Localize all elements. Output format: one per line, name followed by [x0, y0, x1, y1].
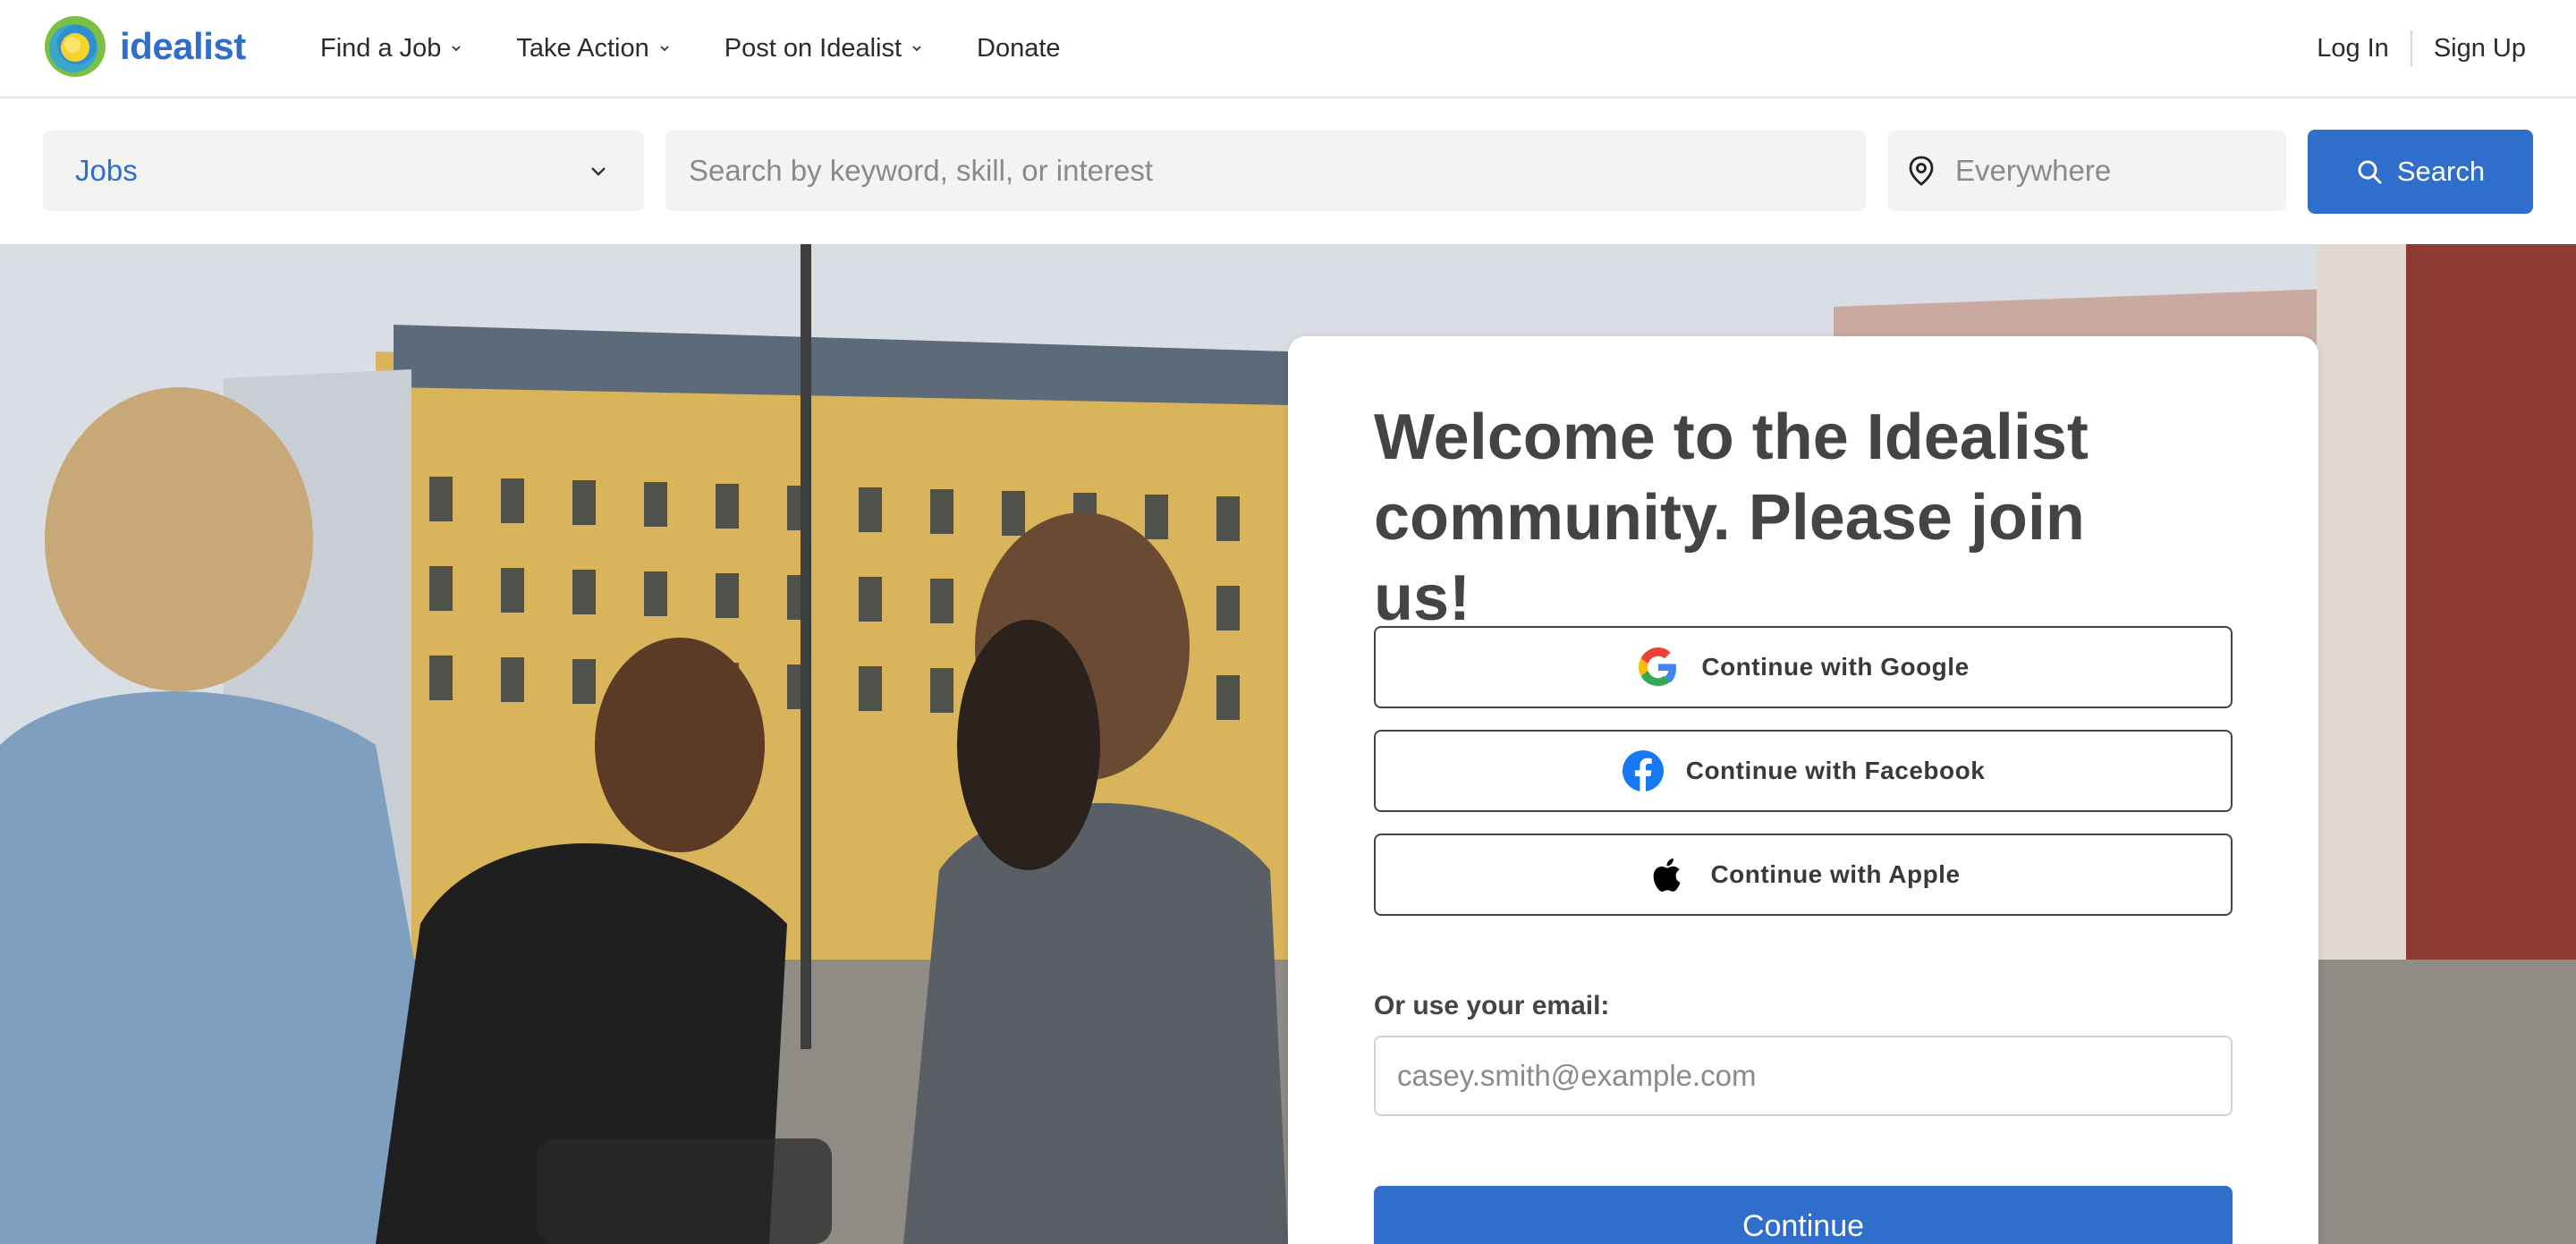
search-button[interactable]: Search [2308, 130, 2533, 214]
chevron-down-icon [660, 46, 669, 52]
idealist-logo-icon [45, 16, 106, 77]
email-label: Or use your email: [1374, 991, 1610, 1020]
nav-label: Post on Idealist [724, 33, 902, 63]
continue-button-label: Continue [1741, 1208, 1865, 1243]
nav-label: Take Action [516, 33, 649, 63]
hero-section: Welcome to the Idealist community. Pleas… [0, 244, 2576, 1244]
join-card: Welcome to the Idealist community. Pleas… [1288, 336, 2318, 1244]
brand-name: idealist [120, 25, 246, 67]
keyword-search-field [665, 131, 1866, 211]
top-navigation: idealist Find a Job Take Action Post on … [0, 0, 2576, 98]
nav-label: Find a Job [320, 33, 442, 63]
location-input[interactable] [1955, 154, 2268, 188]
chevron-down-icon [452, 46, 462, 52]
nav-post-on-idealist[interactable]: Post on Idealist [724, 34, 923, 63]
listing-type-value: Jobs [75, 154, 138, 187]
nav-take-action[interactable]: Take Action [516, 34, 670, 63]
listing-type-select[interactable]: Jobs [43, 131, 644, 211]
search-button-label: Search [2396, 156, 2486, 187]
facebook-icon [1622, 750, 1664, 791]
search-icon [2358, 160, 2382, 184]
email-input[interactable] [1374, 1036, 2233, 1116]
facebook-button-label: Continue with Facebook [1685, 757, 1986, 784]
log-in-link[interactable]: Log In [2317, 34, 2389, 63]
join-card-title: Welcome to the Idealist community. Pleas… [1374, 402, 2089, 634]
chevron-down-icon [912, 46, 921, 52]
idealist-logo[interactable]: idealist [43, 14, 246, 79]
apple-button-label: Continue with Apple [1710, 860, 1961, 888]
keyword-search-input[interactable] [689, 154, 1843, 188]
apple-icon [1654, 858, 1681, 892]
continue-button[interactable]: Continue [1374, 1186, 2233, 1244]
location-field [1887, 131, 2286, 211]
divider [2410, 30, 2412, 66]
account-links: Log In Sign Up [2317, 0, 2526, 97]
nav-label: Donate [977, 33, 1061, 63]
map-pin-icon [1909, 156, 1934, 186]
continue-with-apple-button[interactable]: Continue with Apple [1374, 834, 2233, 916]
main-menu: Find a Job Take Action Post on Idealist … [320, 0, 1114, 97]
search-bar: Jobs Search [0, 99, 2576, 244]
sign-up-link[interactable]: Sign Up [2434, 34, 2526, 63]
chevron-down-icon [591, 167, 606, 176]
continue-with-facebook-button[interactable]: Continue with Facebook [1374, 730, 2233, 812]
google-icon [1639, 647, 1677, 686]
nav-donate[interactable]: Donate [977, 34, 1061, 63]
continue-with-google-button[interactable]: Continue with Google [1374, 626, 2233, 708]
nav-find-a-job[interactable]: Find a Job [320, 34, 462, 63]
google-button-label: Continue with Google [1701, 653, 1970, 681]
